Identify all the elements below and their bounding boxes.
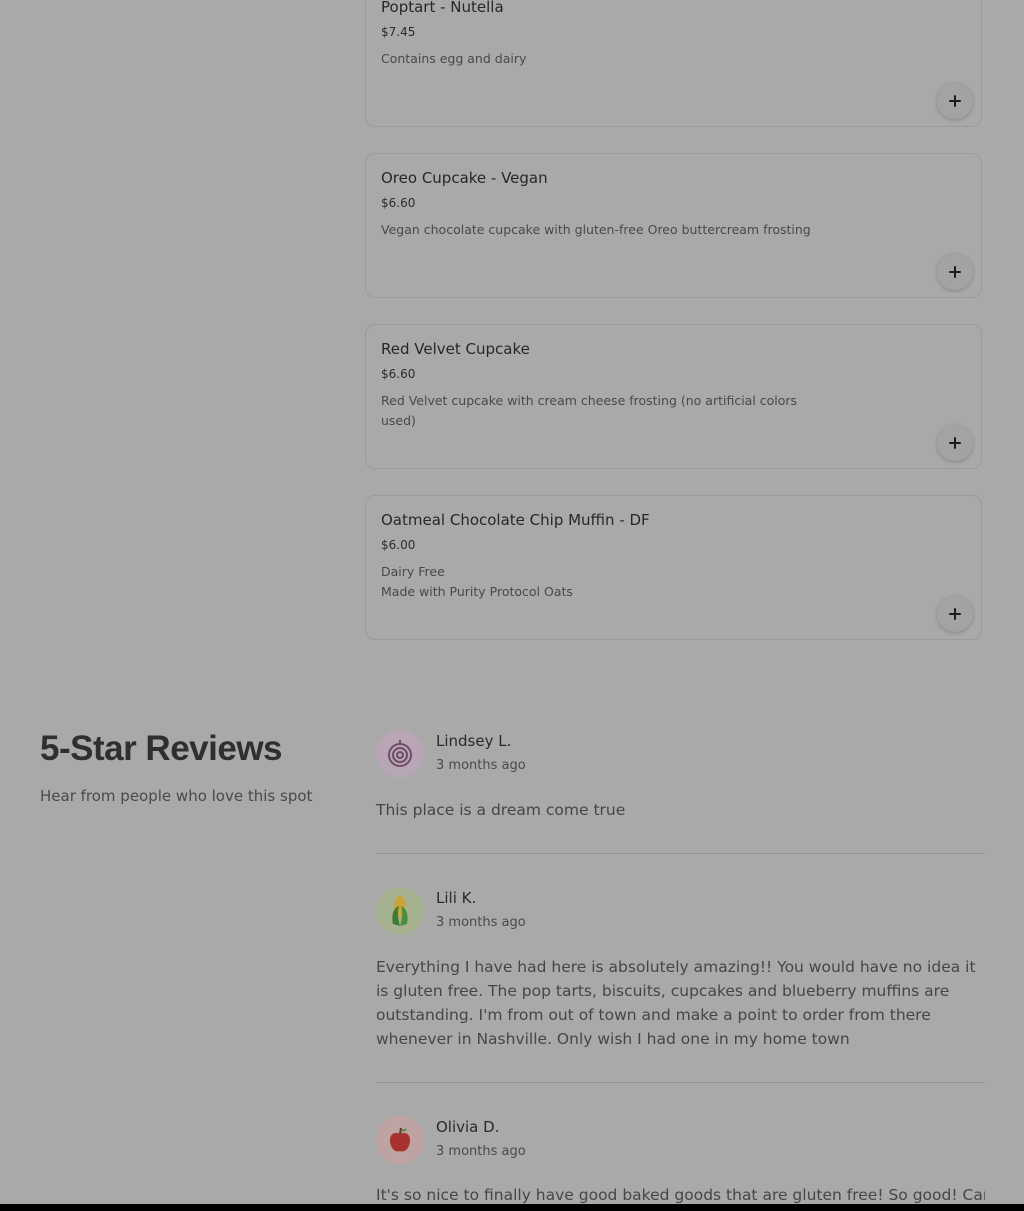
- reviewer-name: Lindsey L.: [436, 732, 512, 750]
- review-text: This place is a dream come true: [376, 801, 626, 819]
- menu-item-card[interactable]: Oatmeal Chocolate Chip Muffin - DF $6.00…: [365, 495, 982, 640]
- reviewer-name: Lili K.: [436, 889, 477, 907]
- menu-item-price: $7.45: [381, 25, 416, 39]
- review-text: Everything I have had here is absolutely…: [376, 958, 976, 1048]
- corn-icon: [392, 896, 408, 926]
- reviewer-avatar: [376, 730, 424, 778]
- menu-item-price: $6.60: [381, 367, 416, 381]
- review-divider: [376, 853, 985, 854]
- plus-icon: [949, 437, 961, 449]
- plus-icon: [949, 266, 961, 278]
- menu-item-description: Dairy Free Made with Purity Protocol Oat…: [381, 564, 573, 599]
- menu-item-description: Vegan chocolate cupcake with gluten-free…: [381, 222, 811, 237]
- menu-item-card[interactable]: Poptart - Nutella $7.45 Contains egg and…: [365, 0, 982, 127]
- menu-item-card[interactable]: Red Velvet Cupcake $6.60 Red Velvet cupc…: [365, 324, 982, 469]
- reviewer-avatar: [376, 1116, 424, 1164]
- menu-item-price: $6.60: [381, 196, 416, 210]
- menu-item-price: $6.00: [381, 538, 416, 552]
- add-to-cart-button[interactable]: [937, 83, 973, 119]
- review-time: 3 months ago: [436, 915, 526, 930]
- menu-item-name: Oatmeal Chocolate Chip Muffin - DF: [381, 511, 650, 529]
- apple-icon: [389, 1127, 411, 1152]
- review-time: 3 months ago: [436, 1144, 526, 1159]
- review-item: Lindsey L. 3 months ago This place is a …: [376, 730, 985, 855]
- menu-item-card[interactable]: Oreo Cupcake - Vegan $6.60 Vegan chocola…: [365, 153, 982, 298]
- plus-icon: [949, 95, 961, 107]
- onion-icon: [388, 740, 412, 767]
- menu-item-name: Oreo Cupcake - Vegan: [381, 169, 548, 187]
- page: Poptart - Nutella $7.45 Contains egg and…: [0, 0, 1024, 1211]
- reviews-subtitle: Hear from people who love this spot: [40, 787, 313, 805]
- menu-item-name: Red Velvet Cupcake: [381, 340, 530, 358]
- review-time: 3 months ago: [436, 758, 526, 773]
- review-divider: [376, 1082, 985, 1083]
- menu-item-name: Poptart - Nutella: [381, 0, 504, 16]
- reviews-title: 5-Star Reviews: [40, 729, 283, 768]
- plus-icon: [949, 608, 961, 620]
- bottom-bar: [0, 1204, 1024, 1211]
- reviewer-avatar: [376, 887, 424, 935]
- reviewer-name: Olivia D.: [436, 1118, 500, 1136]
- add-to-cart-button[interactable]: [937, 596, 973, 632]
- review-item: Olivia D. 3 months ago It's so nice to f…: [376, 1116, 985, 1211]
- menu-item-description: Contains egg and dairy: [381, 51, 527, 66]
- add-to-cart-button[interactable]: [937, 254, 973, 290]
- menu-item-description: Red Velvet cupcake with cream cheese fro…: [381, 393, 798, 428]
- review-item: Lili K. 3 months ago Everything I have h…: [376, 887, 985, 1085]
- add-to-cart-button[interactable]: [937, 425, 973, 461]
